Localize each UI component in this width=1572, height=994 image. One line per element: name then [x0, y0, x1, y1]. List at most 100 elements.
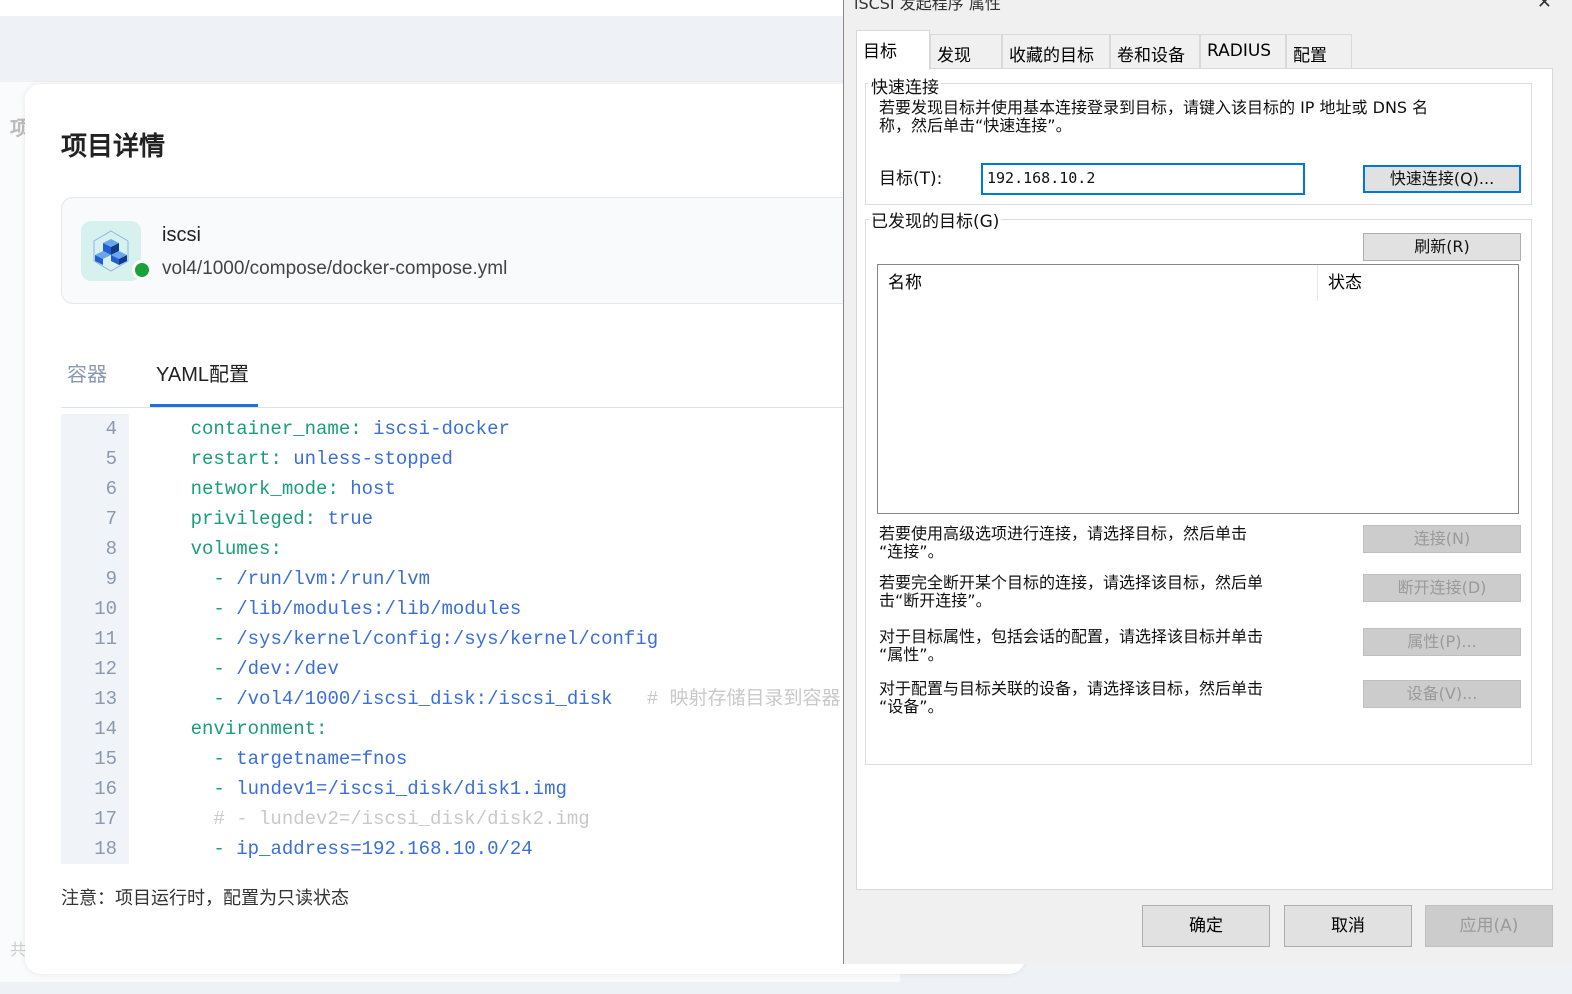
quick-connect-desc: 称，然后单击“快速连接”。 [879, 116, 1072, 135]
yaml-value: ip_address=192.168.10.0/24 [236, 838, 533, 860]
dialog-tab[interactable]: 配置 [1286, 34, 1352, 68]
code-line: 16 - lundev1=/iscsi_disk/disk1.img [61, 774, 567, 804]
yaml-separator: : [270, 538, 282, 560]
yaml-comment: # - lundev2=/iscsi_disk/disk2.img [213, 808, 590, 830]
code-line: 17 # - lundev2=/iscsi_disk/disk2.img [61, 804, 590, 834]
column-header-status[interactable]: 状态 [1318, 265, 1518, 301]
dialog-tab[interactable]: RADIUS [1200, 34, 1286, 68]
cancel-button[interactable]: 取消 [1284, 905, 1412, 947]
yaml-editor[interactable]: 4 container_name: iscsi-docker 5 restart:… [61, 414, 961, 864]
code-text: - targetname=fnos [145, 744, 407, 774]
target-input[interactable]: 192.168.10.2 [981, 163, 1305, 195]
yaml-key: privileged [190, 508, 305, 530]
dialog-tab[interactable]: 卷和设备 [1110, 34, 1200, 68]
yaml-separator: : [327, 478, 351, 500]
action-desc: 对于配置与目标关联的设备，请选择该目标，然后单击 [879, 679, 1264, 698]
yaml-separator: : [270, 448, 294, 470]
line-number: 4 [105, 418, 117, 440]
readonly-note: 注意：项目运行时，配置为只读状态 [61, 888, 349, 908]
column-header-name[interactable]: 名称 [878, 265, 1318, 301]
code-line: 6 network_mode: host [61, 474, 396, 504]
discovered-targets-list[interactable]: 名称 状态 [877, 264, 1519, 514]
code-text: environment: [145, 714, 328, 744]
yaml-value: /lib/modules:/lib/modules [236, 598, 522, 620]
yaml-separator: - [213, 568, 237, 590]
dialog-tab[interactable]: 目标 [856, 30, 930, 70]
action-desc: 对于目标属性，包括会话的配置，请选择该目标并单击 [879, 627, 1264, 646]
code-line: 12 - /dev:/dev [61, 654, 339, 684]
active-tab-indicator [150, 404, 258, 407]
yaml-value: /sys/kernel/config:/sys/kernel/config [236, 628, 659, 650]
line-number: 11 [94, 628, 117, 650]
yaml-value: /run/lvm:/run/lvm [236, 568, 431, 590]
quick-connect-button[interactable]: 快速连接(Q)... [1363, 165, 1521, 193]
line-number: 16 [94, 778, 117, 800]
code-line: 13 - /vol4/1000/iscsi_disk:/iscsi_disk #… [61, 684, 840, 714]
yaml-comment: # 映射存储目录到容器 [612, 688, 841, 710]
line-number: 12 [94, 658, 117, 680]
yaml-value: targetname=fnos [236, 748, 408, 770]
code-line: 18 - ip_address=192.168.10.0/24 [61, 834, 533, 864]
action-desc: “属性”。 [879, 645, 944, 664]
yaml-value: host [350, 478, 396, 500]
action-button[interactable]: 设备(V)... [1363, 680, 1521, 708]
action-button[interactable]: 断开连接(D) [1363, 574, 1521, 602]
dialog-tab[interactable]: 发现 [930, 34, 1002, 68]
close-icon[interactable]: ✕ [1537, 0, 1552, 13]
code-text: # - lundev2=/iscsi_disk/disk2.img [145, 804, 590, 834]
project-info-card: iscsi vol4/1000/compose/docker-compose.y… [61, 197, 961, 304]
apply-button[interactable]: 应用(A) [1425, 905, 1553, 947]
tab-panel-targets: 快速连接 若要发现目标并使用基本连接登录到目标，请键入该目标的 IP 地址或 D… [856, 68, 1553, 890]
dialog-title: iSCSI 发起程序 属性 [854, 0, 1001, 13]
yaml-key: environment [190, 718, 317, 740]
action-desc: 若要完全断开某个目标的连接，请选择该目标，然后单 [879, 573, 1264, 592]
code-text: container_name: iscsi-docker [145, 414, 510, 444]
code-text: - /sys/kernel/config:/sys/kernel/config [145, 624, 658, 654]
line-number: 6 [105, 478, 117, 500]
line-number: 9 [105, 568, 117, 590]
yaml-separator: - [213, 628, 237, 650]
code-text: restart: unless-stopped [145, 444, 453, 474]
action-desc: 若要使用高级选项进行连接，请选择目标，然后单击 [879, 524, 1248, 543]
yaml-separator: : [350, 418, 374, 440]
code-text: network_mode: host [145, 474, 396, 504]
target-label: 目标(T): [879, 169, 943, 189]
tab-containers[interactable]: 容器 [67, 358, 107, 387]
refresh-button[interactable]: 刷新(R) [1363, 233, 1521, 261]
project-name: iscsi [162, 224, 201, 246]
action-button[interactable]: 连接(N) [1363, 525, 1521, 553]
action-button[interactable]: 属性(P)... [1363, 628, 1521, 656]
line-number: 18 [94, 838, 117, 860]
ok-button[interactable]: 确定 [1142, 905, 1270, 947]
line-number: 14 [94, 718, 117, 740]
tab-yaml-config[interactable]: YAML配置 [156, 358, 249, 387]
yaml-separator: - [213, 598, 237, 620]
code-line: 11 - /sys/kernel/config:/sys/kernel/conf… [61, 624, 658, 654]
action-desc: 击“断开连接”。 [879, 591, 992, 610]
code-line: 5 restart: unless-stopped [61, 444, 453, 474]
dialog-tab[interactable]: 收藏的目标 [1002, 34, 1110, 68]
code-line: 7 privileged: true [61, 504, 373, 534]
code-text: volumes: [145, 534, 282, 564]
background-text: 共 [10, 942, 27, 959]
iscsi-initiator-properties-dialog: iSCSI 发起程序 属性 ✕ 快速连接 若要发现目标并使用基本连接登录到目标，… [843, 0, 1572, 964]
page-title: 项目详情 [61, 131, 166, 161]
yaml-value: iscsi-docker [373, 418, 510, 440]
line-number: 13 [94, 688, 117, 710]
yaml-separator: - [213, 658, 237, 680]
line-number: 7 [105, 508, 117, 530]
yaml-key: volumes [190, 538, 271, 560]
yaml-separator: - [213, 748, 237, 770]
yaml-value: /vol4/1000/iscsi_disk:/iscsi_disk [236, 688, 613, 710]
code-line: 14 environment: [61, 714, 327, 744]
line-number: 8 [105, 538, 117, 560]
